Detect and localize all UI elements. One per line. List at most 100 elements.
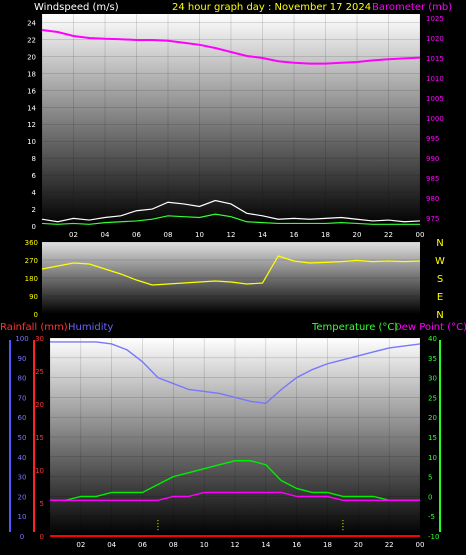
panel3-humidity-ticks: 0 10 20 30 40 50 60 70 80 90 100 (15, 335, 28, 541)
humidity-tick-label: 50 (18, 434, 27, 442)
rain-tick-label: 10 (35, 467, 44, 475)
temperature-tick-label: 35 (428, 355, 437, 363)
panel3-temp-ticks: -10 -5 0 5 10 15 20 25 30 35 40 (428, 335, 439, 541)
barometer-tick-label: 1000 (426, 115, 444, 123)
windspeed-tick-label: 12 (27, 121, 36, 129)
barometer-tick-label: 1010 (426, 75, 444, 83)
windspeed-tick-label: 2 (32, 206, 36, 214)
panel1-barometer-ticks: 975 980 985 990 995 1000 1005 1010 1015 1020 1025 (426, 15, 444, 223)
humidity-tick-label: 0 (20, 533, 24, 541)
hour-tick-label: 12 (231, 541, 240, 549)
temperature-tick-label: 30 (428, 375, 437, 383)
windspeed-tick-label: 18 (27, 70, 36, 78)
humidity-tick-label: 20 (18, 493, 27, 501)
compass-label: W (435, 256, 445, 267)
temperature-tick-label: -5 (428, 513, 435, 521)
temperature-tick-label: 25 (428, 394, 437, 402)
windspeed-axis-label: Windspeed (m/s) (34, 2, 119, 13)
panel3-rain-ticks: 0 5 10 15 20 25 30 (35, 335, 44, 541)
barometer-tick-label: 990 (426, 155, 439, 163)
hour-tick-label: 22 (384, 231, 393, 239)
hour-tick-label: 18 (321, 231, 330, 239)
panel3-x-ticks: 02 04 06 08 10 12 14 16 18 20 22 00 (76, 541, 424, 549)
hour-tick-label: 22 (385, 541, 394, 549)
rain-tick-label: 20 (35, 401, 44, 409)
panel1-x-ticks: 02 04 06 08 10 12 14 16 18 20 22 00 (69, 231, 424, 239)
rainfall-axis-label: Rainfall (mm) (0, 322, 68, 333)
hour-tick-label: 18 (323, 541, 332, 549)
hour-tick-label: 00 (416, 541, 425, 549)
direction-tick-label: 180 (25, 275, 38, 283)
hour-tick-label: 14 (258, 231, 267, 239)
humidity-tick-label: 80 (18, 375, 27, 383)
panel2-compass-labels: NWSEN (435, 238, 445, 321)
windspeed-tick-label: 16 (27, 87, 36, 95)
chart-title: 24 hour graph day : November 17 2024 (172, 2, 371, 13)
hour-tick-label: 06 (132, 231, 141, 239)
direction-tick-label: 0 (34, 311, 38, 319)
temperature-tick-label: 0 (428, 493, 432, 501)
compass-label: S (437, 274, 443, 285)
hour-tick-label: 16 (292, 541, 301, 549)
windspeed-tick-label: 0 (32, 223, 36, 231)
hour-tick-label: 12 (227, 231, 236, 239)
hour-tick-label: 08 (169, 541, 178, 549)
windspeed-tick-label: 10 (27, 138, 36, 146)
barometer-tick-label: 1015 (426, 55, 444, 63)
direction-tick-label: 90 (29, 293, 38, 301)
humidity-axis-label: Humidity (68, 322, 113, 333)
barometer-axis-label: Barometer (mb) (372, 2, 452, 13)
barometer-tick-label: 1020 (426, 35, 444, 43)
windspeed-tick-label: 24 (27, 19, 36, 27)
hour-tick-label: 00 (416, 231, 425, 239)
windspeed-tick-label: 4 (32, 189, 37, 197)
hour-tick-label: 20 (354, 541, 363, 549)
barometer-tick-label: 1025 (426, 15, 444, 23)
rain-tick-label: 30 (35, 335, 44, 343)
barometer-tick-label: 975 (426, 215, 439, 223)
hour-tick-label: 16 (290, 231, 299, 239)
windspeed-tick-label: 22 (27, 36, 36, 44)
humidity-tick-label: 100 (15, 335, 28, 343)
temperature-tick-label: 40 (428, 335, 437, 343)
windspeed-tick-label: 6 (32, 172, 37, 180)
humidity-tick-label: 60 (18, 414, 27, 422)
temperature-tick-label: 10 (428, 454, 437, 462)
hour-tick-label: 14 (261, 541, 270, 549)
windspeed-tick-label: 20 (27, 53, 36, 61)
compass-label: E (437, 292, 443, 303)
windspeed-tick-label: 8 (32, 155, 36, 163)
rain-tick-label: 15 (35, 434, 44, 442)
hour-tick-label: 10 (200, 541, 209, 549)
compass-label: N (436, 238, 443, 249)
panel1-windspeed-ticks: 024681012141618202224 (27, 19, 36, 231)
temperature-tick-label: 15 (428, 434, 437, 442)
compass-label: N (436, 310, 443, 321)
hour-tick-label: 06 (138, 541, 147, 549)
barometer-tick-label: 995 (426, 135, 439, 143)
weather-chart: Windspeed (m/s) 24 hour graph day : Nove… (0, 2, 466, 549)
rain-tick-label: 0 (40, 533, 44, 541)
humidity-tick-label: 70 (18, 394, 27, 402)
hour-tick-label: 08 (164, 231, 173, 239)
temperature-axis-label: Temperature (°C) (311, 322, 398, 333)
rain-tick-label: 25 (35, 368, 44, 376)
hour-tick-label: 04 (107, 541, 116, 549)
rain-tick-label: 5 (40, 500, 44, 508)
barometer-tick-label: 980 (426, 195, 439, 203)
hour-tick-label: 10 (195, 231, 204, 239)
hour-tick-label: 02 (69, 231, 78, 239)
humidity-tick-label: 30 (18, 474, 27, 482)
temperature-tick-label: -10 (428, 533, 439, 541)
temperature-tick-label: 5 (428, 474, 432, 482)
windspeed-tick-label: 14 (27, 104, 36, 112)
barometer-tick-label: 985 (426, 175, 439, 183)
hour-tick-label: 20 (353, 231, 362, 239)
panel2-direction-ticks: 0 90 180 270 360 (25, 239, 38, 319)
temperature-tick-label: 20 (428, 414, 437, 422)
hour-tick-label: 02 (76, 541, 85, 549)
humidity-tick-label: 40 (18, 454, 27, 462)
humidity-tick-label: 10 (18, 513, 27, 521)
hour-tick-label: 04 (101, 231, 110, 239)
direction-tick-label: 270 (25, 257, 38, 265)
